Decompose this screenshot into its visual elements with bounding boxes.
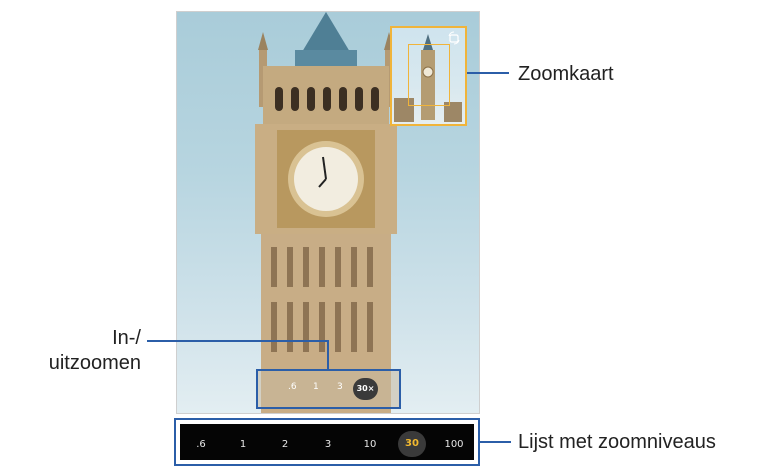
zoom-list-label: Lijst met zoomniveaus bbox=[518, 431, 716, 453]
zoom-option-1[interactable]: 1 bbox=[313, 382, 319, 392]
zoom-level-0.6[interactable]: .6 bbox=[186, 439, 216, 450]
clock-tower-image bbox=[255, 12, 397, 413]
zoom-map-label: Zoomkaart bbox=[518, 63, 614, 85]
zoom-in-out-bar: .6 1 3 30× bbox=[256, 369, 401, 409]
zoom-option-3[interactable]: 3 bbox=[337, 382, 343, 392]
zoom-map-callout-line bbox=[467, 72, 509, 74]
zoom-in-out-label-line1: In-/ bbox=[112, 327, 141, 349]
zoom-option-active[interactable]: 30× bbox=[353, 378, 378, 400]
rotate-camera-icon[interactable] bbox=[447, 31, 461, 45]
zoom-level-1[interactable]: 1 bbox=[228, 439, 258, 450]
zoom-option-0[interactable]: .6 bbox=[288, 382, 297, 392]
zoom-level-100[interactable]: 100 bbox=[439, 439, 469, 450]
zoom-map-viewport bbox=[408, 44, 450, 106]
zoom-map[interactable] bbox=[390, 26, 467, 126]
zoom-level-list: .6 1 2 3 10 30 100 bbox=[174, 418, 480, 466]
zoom-level-2[interactable]: 2 bbox=[270, 439, 300, 450]
zoom-level-30-active[interactable]: 30 bbox=[398, 431, 426, 457]
zoom-list-callout-line bbox=[480, 441, 511, 443]
zoom-bar-callout-line-h bbox=[147, 340, 328, 342]
zoom-in-out-label-line2: uitzoomen bbox=[48, 352, 141, 374]
zoom-level-10[interactable]: 10 bbox=[355, 439, 385, 450]
zoom-level-3[interactable]: 3 bbox=[313, 439, 343, 450]
zoom-bar-callout-line-v bbox=[327, 340, 329, 370]
